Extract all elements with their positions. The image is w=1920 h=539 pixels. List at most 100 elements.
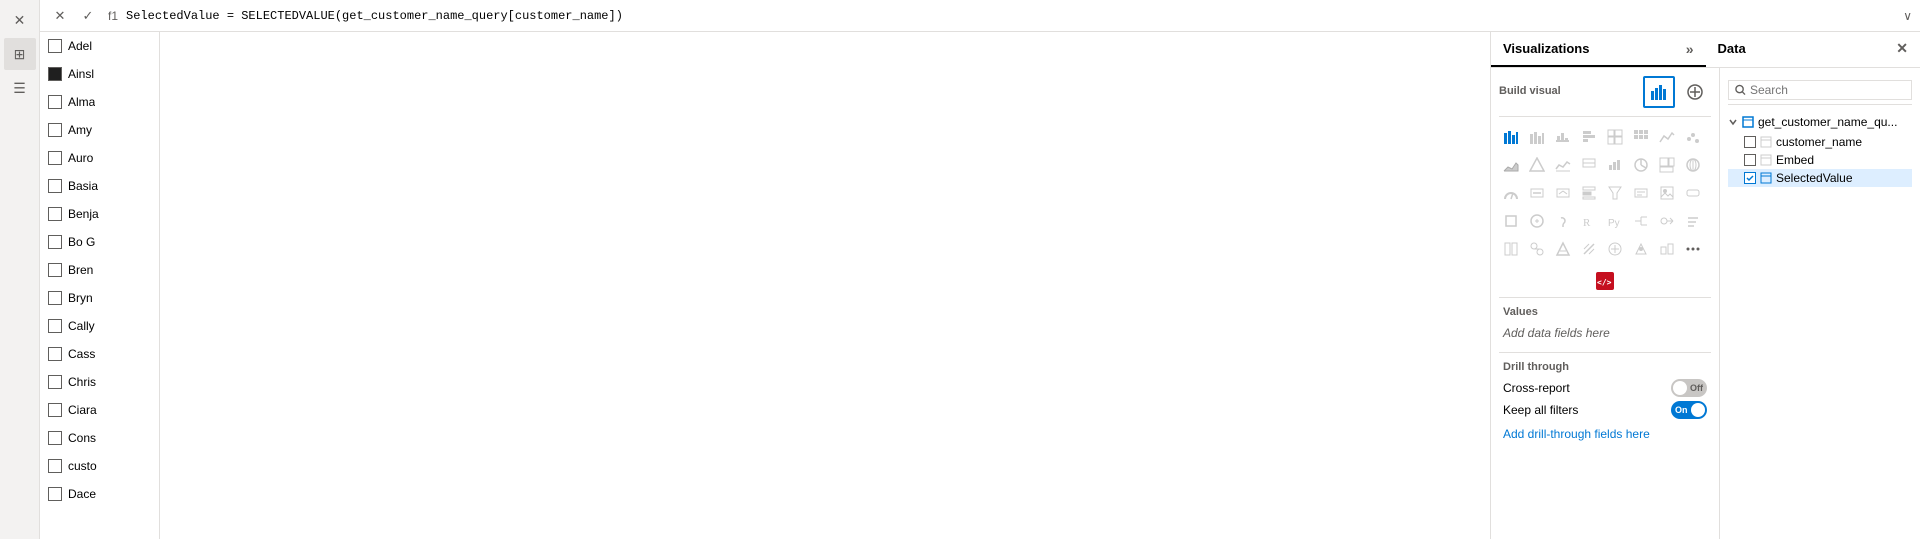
funnel-icon[interactable] [1603, 181, 1627, 205]
kpi-icon[interactable] [1551, 181, 1575, 205]
area-chart-icon[interactable] [1655, 125, 1679, 149]
icon-5-4[interactable] [1577, 237, 1601, 261]
list-item-checkbox[interactable] [48, 207, 62, 221]
textbox-icon[interactable] [1629, 181, 1653, 205]
gauge-icon[interactable] [1499, 181, 1523, 205]
svg-text:</>: </> [1597, 278, 1612, 287]
list-item[interactable]: Basia [40, 172, 159, 200]
pie-chart-icon[interactable] [1629, 153, 1653, 177]
narrative-icon[interactable] [1681, 209, 1705, 233]
map-icon[interactable] [1681, 153, 1705, 177]
matrix-icon[interactable] [1629, 125, 1653, 149]
decomp-tree-icon[interactable] [1629, 209, 1653, 233]
tab-data-label: Data [1718, 41, 1746, 56]
html-visual-icon[interactable]: </> [1499, 269, 1711, 293]
list-item[interactable]: Cons [40, 424, 159, 452]
table-icon[interactable] [1603, 125, 1627, 149]
list-item[interactable]: Ainsl [40, 60, 159, 88]
line-chart-icon[interactable] [1525, 125, 1549, 149]
add-data-fields[interactable]: Add data fields here [1503, 322, 1707, 344]
scatter-icon[interactable] [1681, 125, 1705, 149]
area-stacked-icon[interactable] [1499, 153, 1523, 177]
list-item-checkbox[interactable] [48, 95, 62, 109]
list-item[interactable]: Benja [40, 200, 159, 228]
list-item[interactable]: Auro [40, 144, 159, 172]
list-item-checkbox[interactable] [48, 291, 62, 305]
icon-5-5[interactable] [1603, 237, 1627, 261]
python-visual-icon[interactable]: Py [1603, 209, 1627, 233]
list-item[interactable]: Bryn [40, 284, 159, 312]
tab-visualizations[interactable]: Visualizations » [1491, 32, 1706, 67]
search-input[interactable] [1750, 83, 1905, 97]
button-icon[interactable] [1681, 181, 1705, 205]
list-item-checkbox[interactable] [48, 67, 62, 81]
list-item-checkbox[interactable] [48, 179, 62, 193]
more-visuals-icon[interactable] [1681, 237, 1705, 261]
close-icon[interactable]: ✕ [4, 4, 36, 36]
data-tree-item-customer-name[interactable]: customer_name [1728, 133, 1912, 151]
list-item-cally[interactable]: Cally [40, 312, 159, 340]
data-tree-item-embed[interactable]: Embed [1728, 151, 1912, 169]
chart-type-button[interactable] [1643, 76, 1675, 108]
column-chart-icon[interactable] [1551, 125, 1575, 149]
bar-chart-icon[interactable] [1577, 125, 1601, 149]
data-tree-item-selectedvalue[interactable]: SelectedValue [1728, 169, 1912, 187]
list-item-checkbox[interactable] [48, 235, 62, 249]
list-item[interactable]: Adel [40, 32, 159, 60]
add-drill-through-fields[interactable]: Add drill-through fields here [1503, 423, 1707, 445]
grid-icon[interactable]: ⊞ [4, 38, 36, 70]
line-area-icon[interactable] [1551, 153, 1575, 177]
icon-5-3[interactable] [1551, 237, 1575, 261]
stacked-bar-icon[interactable] [1499, 125, 1523, 149]
key-influencers-icon[interactable] [1655, 209, 1679, 233]
data-item-checkbox[interactable] [1744, 154, 1756, 166]
list-item-checkbox[interactable] [48, 487, 62, 501]
shape-icon[interactable] [1525, 153, 1549, 177]
list-item[interactable]: Alma [40, 88, 159, 116]
list-item-checkbox[interactable] [48, 319, 62, 333]
list-item-checkbox[interactable] [48, 431, 62, 445]
format-icon[interactable] [1679, 76, 1711, 108]
qna-icon[interactable] [1551, 209, 1575, 233]
list-item[interactable]: Cass [40, 340, 159, 368]
data-tree-root[interactable]: get_customer_name_qu... [1728, 113, 1912, 133]
treemap-icon[interactable] [1655, 153, 1679, 177]
card-icon[interactable] [1525, 181, 1549, 205]
list-item-checkbox[interactable] [48, 375, 62, 389]
list-item[interactable]: custo [40, 452, 159, 480]
list-item-checkbox[interactable] [48, 151, 62, 165]
r-visual-icon[interactable]: R [1577, 209, 1601, 233]
list-item[interactable]: Chris [40, 368, 159, 396]
formula-confirm-button[interactable]: ✓ [76, 4, 100, 28]
tab-data[interactable]: Data ✕ [1706, 32, 1920, 67]
data-close-icon[interactable]: ✕ [1896, 40, 1908, 57]
keep-filters-toggle[interactable]: On [1671, 401, 1707, 419]
formula-expand-button[interactable]: ∨ [1903, 9, 1912, 23]
icon-5-1[interactable] [1499, 237, 1523, 261]
data-item-checkbox[interactable] [1744, 136, 1756, 148]
icon-5-2[interactable] [1525, 237, 1549, 261]
cross-report-toggle[interactable]: Off [1671, 379, 1707, 397]
list-item-checkbox[interactable] [48, 347, 62, 361]
list-item-checkbox[interactable] [48, 39, 62, 53]
icon-5-7[interactable] [1655, 237, 1679, 261]
icon-5-6[interactable] [1629, 237, 1653, 261]
image-icon[interactable] [1655, 181, 1679, 205]
smart-narrative-icon[interactable] [1525, 209, 1549, 233]
list-item[interactable]: Bren [40, 256, 159, 284]
formula-close-button[interactable]: ✕ [48, 4, 72, 28]
list-item-checkbox[interactable] [48, 403, 62, 417]
data-item-checkbox-checked[interactable] [1744, 172, 1756, 184]
shape2-icon[interactable] [1499, 209, 1523, 233]
layers-icon[interactable]: ☰ [4, 72, 36, 104]
waterfall-icon[interactable] [1603, 153, 1627, 177]
list-item-checkbox[interactable] [48, 263, 62, 277]
list-item[interactable]: Dace [40, 480, 159, 508]
ribbon-icon[interactable] [1577, 153, 1601, 177]
list-item[interactable]: Amy [40, 116, 159, 144]
list-item[interactable]: Bo G [40, 228, 159, 256]
list-item[interactable]: Ciara [40, 396, 159, 424]
list-item-checkbox[interactable] [48, 123, 62, 137]
list-item-checkbox[interactable] [48, 459, 62, 473]
slicer-icon[interactable] [1577, 181, 1601, 205]
